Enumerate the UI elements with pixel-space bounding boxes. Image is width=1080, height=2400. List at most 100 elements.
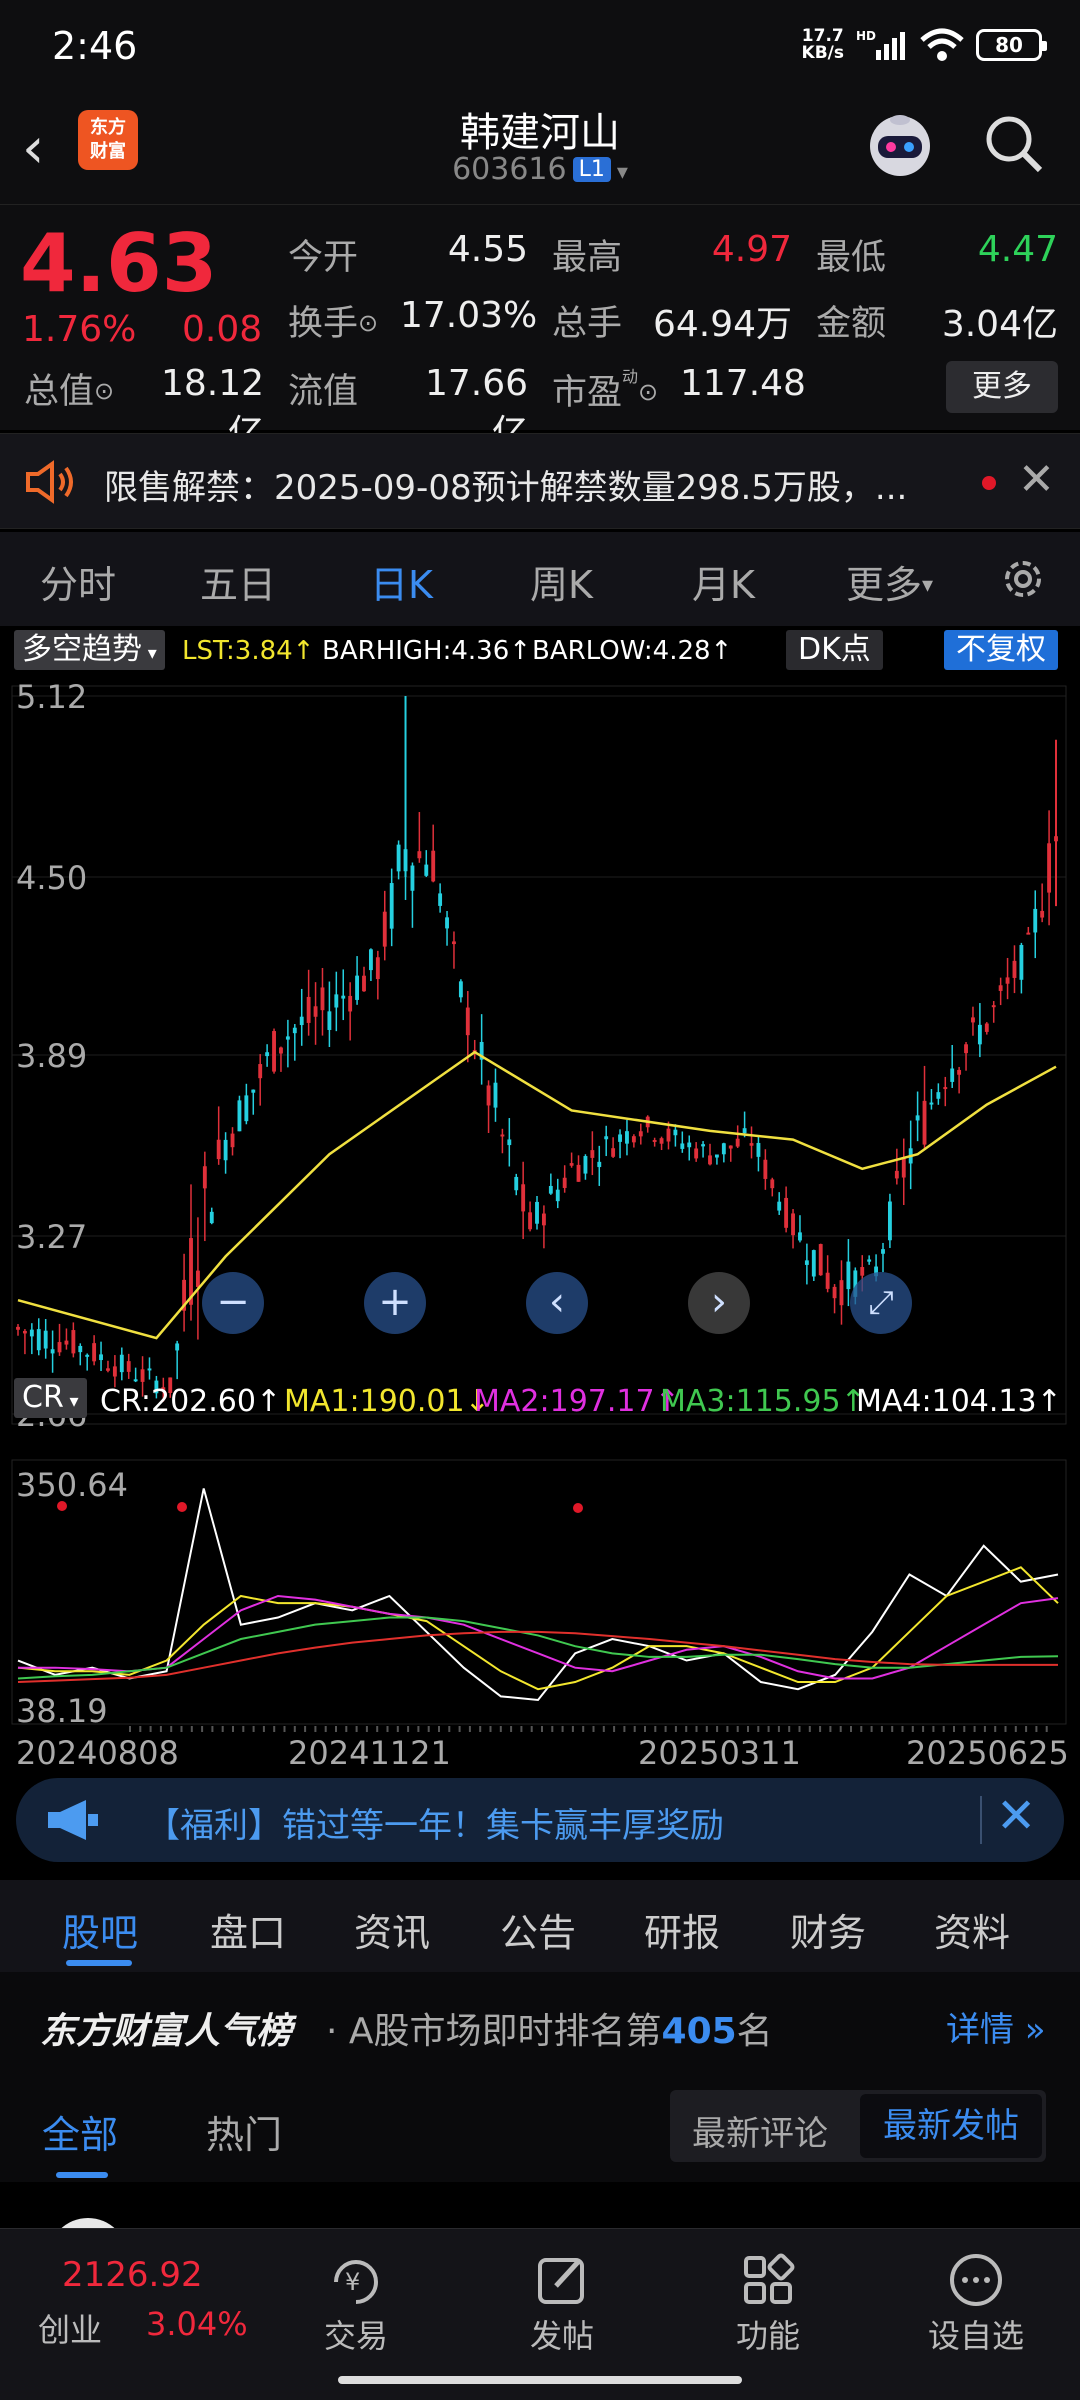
tab-pankou[interactable]: 盘口 bbox=[210, 1902, 286, 1957]
candle-body bbox=[597, 1161, 602, 1168]
candle-body bbox=[272, 1031, 276, 1072]
candle-body bbox=[680, 1143, 685, 1149]
cr-value: CR:202.60↑ bbox=[100, 1384, 282, 1419]
nav-functions[interactable]: 功能 bbox=[708, 2249, 828, 2357]
candle-body bbox=[1012, 960, 1017, 978]
candle-body bbox=[721, 1143, 726, 1155]
candle-body bbox=[106, 1368, 110, 1371]
battery-icon: 80 bbox=[976, 29, 1047, 61]
candle-body bbox=[818, 1244, 823, 1276]
clock: 2:46 bbox=[52, 24, 138, 68]
last-price: 4.63 bbox=[20, 217, 218, 310]
candle-body bbox=[362, 975, 366, 992]
status-bar: 2:46 17.7 KB/s HD 80 bbox=[0, 0, 1080, 100]
barhigh-value: BARHIGH:4.36↑ bbox=[322, 636, 532, 666]
tab-finance[interactable]: 财务 bbox=[790, 1902, 866, 1957]
filter-hot[interactable]: 热门 bbox=[206, 2104, 282, 2159]
candle-body bbox=[887, 1201, 892, 1241]
candle-body bbox=[756, 1142, 761, 1157]
close-icon[interactable]: ✕ bbox=[1018, 454, 1055, 505]
ma1-value: MA1:190.01↓ bbox=[284, 1384, 490, 1419]
megaphone-icon bbox=[48, 1800, 98, 1840]
candle-body bbox=[555, 1189, 560, 1202]
sort-latest-comment[interactable]: 最新评论 bbox=[692, 2106, 828, 2155]
tab-guba[interactable]: 股吧 bbox=[62, 1902, 138, 1957]
tab-daily-k[interactable]: 日K bbox=[370, 554, 433, 609]
filter-all[interactable]: 全部 bbox=[42, 2104, 118, 2159]
signal-marker bbox=[177, 1502, 187, 1512]
candle-body bbox=[860, 1267, 865, 1276]
settings-gear-icon[interactable] bbox=[998, 554, 1048, 604]
tab-five-day[interactable]: 五日 bbox=[200, 554, 276, 609]
candle-body bbox=[735, 1138, 740, 1147]
candle-body bbox=[382, 911, 387, 947]
amount-value: 3.04亿 bbox=[941, 304, 1058, 345]
turnover-label[interactable]: 换手⊙ bbox=[288, 295, 378, 346]
tab-weekly-k[interactable]: 周K bbox=[530, 554, 593, 609]
nav-watchlist[interactable]: 设自选 bbox=[916, 2249, 1036, 2357]
candle-body bbox=[569, 1163, 574, 1166]
tab-monthly-k[interactable]: 月K bbox=[692, 554, 755, 609]
candle-body bbox=[929, 1102, 934, 1105]
indicator-selector[interactable]: 多空趋势 ▾ bbox=[14, 630, 165, 670]
popularity-rank: 东方财富人气榜 · A股市场即时排名第405名 详情 » bbox=[0, 1972, 1080, 2072]
tab-intraday[interactable]: 分时 bbox=[40, 554, 116, 609]
tab-research[interactable]: 研报 bbox=[644, 1902, 720, 1957]
nav-trade[interactable]: ¥ 交易 bbox=[296, 2249, 416, 2357]
kline-chart-area[interactable]: 多空趋势 ▾ LST:3.84↑ BARHIGH:4.36↑ BARLOW:4.… bbox=[0, 626, 1080, 1772]
more-quote-button[interactable]: 更多 bbox=[946, 361, 1058, 413]
x-axis-date: 20240808 bbox=[16, 1734, 179, 1772]
zoom-in-button[interactable]: + bbox=[364, 1272, 426, 1334]
nav-post[interactable]: 发帖 bbox=[502, 2249, 622, 2357]
index-value[interactable]: 2126.92 bbox=[62, 2255, 203, 2295]
candle-body bbox=[714, 1154, 719, 1158]
close-banner-icon[interactable]: ✕ bbox=[996, 1788, 1036, 1844]
candle-body bbox=[500, 1134, 505, 1137]
index-pct: 3.04% bbox=[146, 2305, 248, 2343]
sort-segment: 最新评论 最新发帖 bbox=[670, 2090, 1046, 2162]
candle-body bbox=[659, 1138, 664, 1144]
kline-svg[interactable]: 5.124.503.893.272.66350.6438.19202408082… bbox=[0, 678, 1080, 1778]
candle-body bbox=[299, 1016, 304, 1026]
cr-frame bbox=[11, 1459, 1067, 1725]
scroll-left-button[interactable]: ‹ bbox=[526, 1272, 588, 1334]
mktcap-label[interactable]: 总值⊙ bbox=[24, 363, 114, 414]
tab-news[interactable]: 资讯 bbox=[354, 1902, 430, 1957]
section-tabs: 股吧 盘口 资讯 公告 研报 财务 资料 bbox=[0, 1880, 1080, 1972]
change-amount: 0.08 bbox=[182, 309, 263, 350]
divider bbox=[980, 1796, 982, 1844]
candle-body bbox=[514, 1176, 519, 1191]
tab-profile[interactable]: 资料 bbox=[934, 1902, 1010, 1957]
kline-y-tick: 3.27 bbox=[16, 1218, 87, 1256]
cr-indicator-selector[interactable]: CR ▾ bbox=[14, 1378, 87, 1418]
notice-bar[interactable]: 限售解禁：2025-09-08预计解禁数量298.5万股，... ✕ bbox=[0, 433, 1080, 529]
candle-body bbox=[348, 995, 353, 1012]
candle-body bbox=[638, 1131, 643, 1137]
candle-body bbox=[894, 1170, 899, 1179]
assistant-robot-icon[interactable] bbox=[860, 106, 940, 186]
tab-more[interactable]: 更多▾ bbox=[846, 554, 933, 609]
candle-body bbox=[237, 1100, 242, 1132]
svg-text:¥: ¥ bbox=[345, 2268, 360, 2296]
search-icon[interactable] bbox=[982, 112, 1046, 176]
fullscreen-button[interactable]: ⤢ bbox=[850, 1272, 912, 1334]
dk-point-button[interactable]: DK点 bbox=[786, 630, 883, 670]
candle-body bbox=[375, 957, 380, 980]
candle-body bbox=[528, 1212, 533, 1230]
adjust-button[interactable]: 不复权 bbox=[944, 630, 1058, 670]
tab-announcement[interactable]: 公告 bbox=[500, 1902, 576, 1957]
candle-body bbox=[202, 1166, 207, 1189]
candle-body bbox=[78, 1345, 83, 1353]
grid-icon bbox=[744, 2253, 795, 2304]
candle-body bbox=[977, 1024, 982, 1045]
rank-detail-link[interactable]: 详情 » bbox=[946, 2002, 1046, 2051]
zoom-out-button[interactable]: − bbox=[202, 1272, 264, 1334]
sort-latest-post[interactable]: 最新发帖 bbox=[860, 2094, 1042, 2158]
candle-body bbox=[99, 1354, 103, 1361]
pe-label[interactable]: 市盈动⊙ bbox=[552, 363, 658, 415]
scroll-right-button[interactable]: › bbox=[688, 1272, 750, 1334]
candle-body bbox=[465, 1007, 470, 1036]
signal-icon: HD bbox=[856, 29, 905, 60]
back-icon[interactable]: ‹ bbox=[22, 116, 44, 181]
promo-banner[interactable]: 【福利】错过等一年！集卡赢丰厚奖励 ✕ bbox=[16, 1778, 1064, 1862]
